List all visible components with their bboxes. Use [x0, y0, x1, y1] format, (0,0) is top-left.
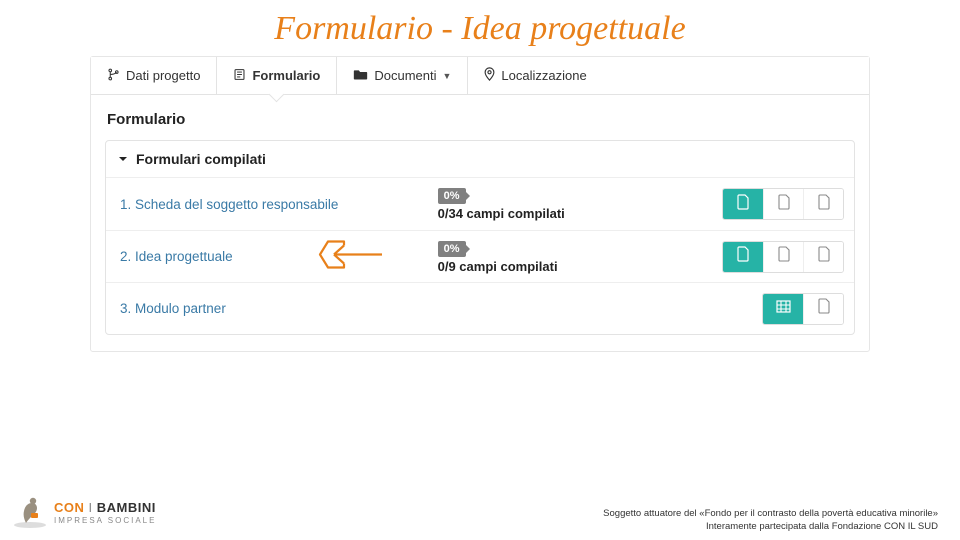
document-icon: [736, 194, 750, 215]
tab-label: Documenti: [374, 68, 436, 83]
tab-formulario[interactable]: Formulario: [217, 57, 337, 94]
section-title: Formulari compilati: [136, 151, 266, 167]
form-row: 2. Idea progettuale 0% 0/9 campi compila…: [106, 230, 854, 282]
btn-group: [722, 241, 844, 273]
card-header[interactable]: Formulari compilati: [106, 141, 854, 178]
pdf-button[interactable]: [763, 242, 803, 272]
btn-group: [762, 293, 844, 325]
progress-status: 0/9 campi compilati: [438, 259, 558, 274]
document-icon: [736, 246, 750, 267]
row-link[interactable]: 3. Modulo partner: [106, 293, 428, 324]
panel: Formulario Formulari compilati 1. Scheda…: [91, 95, 869, 351]
export-button[interactable]: [803, 294, 843, 324]
formulari-card: Formulari compilati 1. Scheda del sogget…: [105, 140, 855, 335]
row-actions: [652, 235, 854, 279]
row-progress: 0% 0/9 campi compilati: [428, 234, 652, 280]
tab-documenti[interactable]: Documenti ▼: [337, 57, 468, 94]
tab-bar: Dati progetto Formulario Documenti ▼ Loc…: [91, 57, 869, 95]
panel-title: Formulario: [105, 105, 855, 140]
footer: CON I BAMBINI IMPRESA SOCIALE Soggetto a…: [0, 491, 960, 534]
tab-dati-progetto[interactable]: Dati progetto: [91, 57, 217, 94]
row-actions: [652, 182, 854, 226]
btn-group: [722, 188, 844, 220]
download-button[interactable]: [803, 242, 843, 272]
edit-button[interactable]: [723, 189, 763, 219]
form-icon: [233, 68, 246, 84]
arrow-annotation: [316, 237, 386, 276]
download-icon: [817, 246, 831, 267]
folder-icon: [353, 68, 368, 84]
slide-title: Formulario - Idea progettuale: [0, 0, 960, 56]
row-link[interactable]: 1. Scheda del soggetto responsabile: [106, 189, 428, 220]
tab-localizzazione[interactable]: Localizzazione: [468, 57, 602, 94]
logo-text-block: CON I BAMBINI IMPRESA SOCIALE: [54, 500, 156, 525]
progress-badge: 0%: [438, 241, 466, 257]
logo-subtitle: IMPRESA SOCIALE: [54, 516, 156, 525]
document-icon: [817, 298, 831, 319]
edit-button[interactable]: [723, 242, 763, 272]
pdf-icon: [777, 194, 791, 215]
tab-label: Formulario: [252, 68, 320, 83]
logo-text: CON I BAMBINI: [54, 500, 156, 515]
progress-status: 0/34 campi compilati: [438, 206, 565, 221]
tab-label: Dati progetto: [126, 68, 200, 83]
caret-down-icon: [118, 151, 128, 167]
row-actions: [652, 287, 854, 331]
form-row: 3. Modulo partner: [106, 282, 854, 334]
download-icon: [817, 194, 831, 215]
pdf-icon: [777, 246, 791, 267]
row-progress: [428, 303, 652, 315]
app-window: Dati progetto Formulario Documenti ▼ Loc…: [90, 56, 870, 352]
progress-badge: 0%: [438, 188, 466, 204]
form-row: 1. Scheda del soggetto responsabile 0% 0…: [106, 178, 854, 230]
rows: 1. Scheda del soggetto responsabile 0% 0…: [106, 178, 854, 334]
row-progress: 0% 0/34 campi compilati: [428, 181, 652, 227]
branch-icon: [107, 68, 120, 84]
tab-label: Localizzazione: [501, 68, 586, 83]
footer-text: Soggetto attuatore del «Fondo per il con…: [603, 508, 938, 534]
download-button[interactable]: [803, 189, 843, 219]
pdf-button[interactable]: [763, 189, 803, 219]
grid-icon: [776, 300, 791, 318]
chevron-down-icon: ▼: [442, 71, 451, 81]
logo: CON I BAMBINI IMPRESA SOCIALE: [12, 491, 156, 534]
logo-icon: [12, 491, 48, 534]
grid-button[interactable]: [763, 294, 803, 324]
pin-icon: [484, 67, 495, 84]
